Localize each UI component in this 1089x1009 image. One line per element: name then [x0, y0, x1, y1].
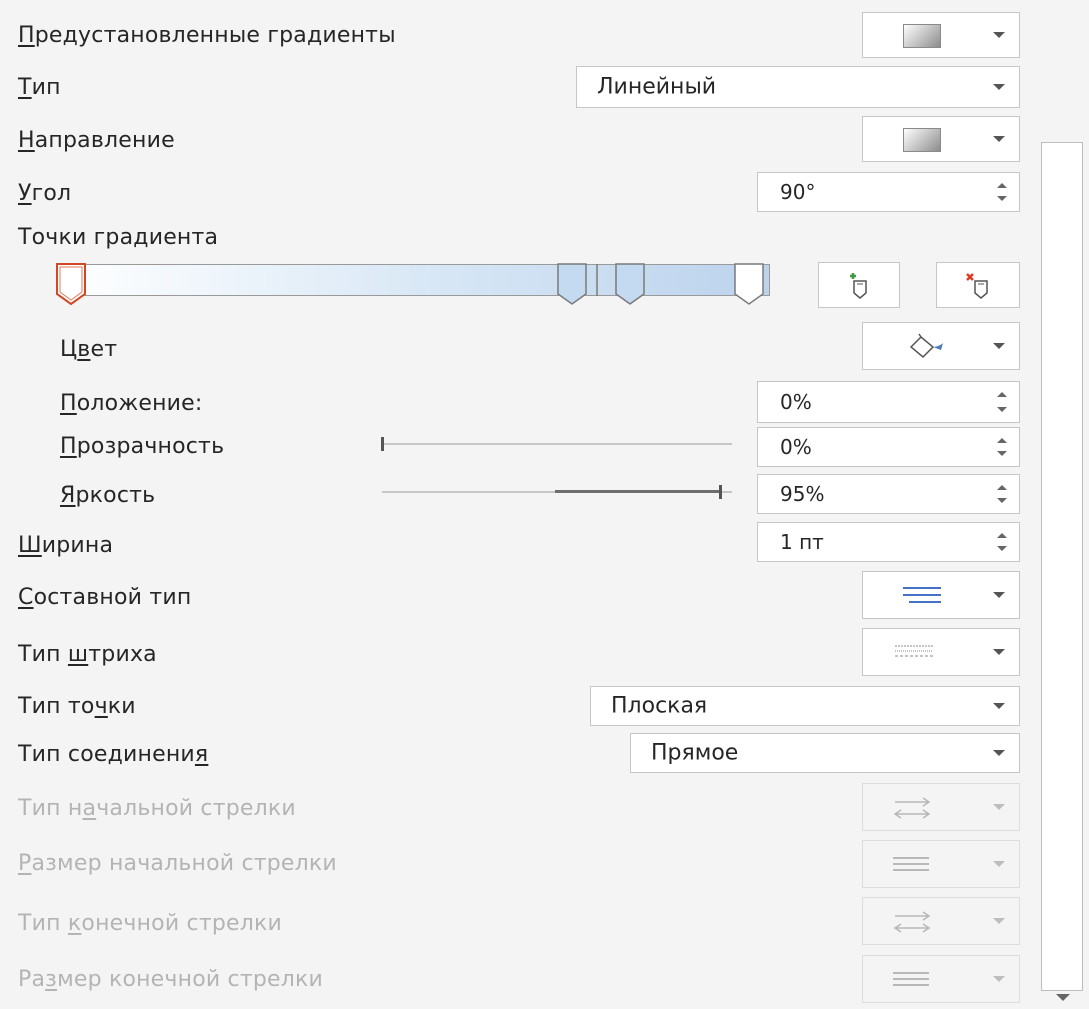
chevron-down-icon	[993, 84, 1005, 90]
direction-button[interactable]	[862, 116, 1020, 162]
preset-gradients-label: Предустановленные градиенты	[18, 23, 396, 48]
type-dropdown[interactable]: Линейный	[576, 66, 1020, 108]
cap-type-label: Тип точки	[18, 694, 136, 719]
end-arrow-size-label: Размер конечной стрелки	[18, 967, 324, 992]
chevron-down-icon	[993, 804, 1005, 810]
direction-label: Направление	[18, 128, 175, 153]
join-type-dropdown[interactable]: Прямое	[630, 733, 1020, 773]
arrow-type-icon	[893, 797, 931, 819]
end-arrow-size-button[interactable]	[862, 955, 1020, 1003]
spin-down-icon[interactable]	[997, 546, 1007, 551]
angle-spinner[interactable]: 90°	[757, 172, 1020, 212]
dash-type-label: Тип штриха	[18, 642, 157, 667]
spin-up-icon[interactable]	[997, 485, 1007, 490]
chevron-down-icon	[993, 592, 1005, 598]
preset-gradients-button[interactable]	[862, 12, 1020, 58]
add-gradient-stop-button[interactable]	[818, 262, 900, 308]
gradient-stop-selected[interactable]	[55, 262, 87, 306]
arrow-type-icon	[893, 911, 931, 933]
spin-up-icon[interactable]	[997, 533, 1007, 538]
chevron-down-icon	[993, 32, 1005, 38]
gradient-bar[interactable]	[60, 264, 770, 296]
begin-arrow-size-label: Размер начальной стрелки	[18, 851, 337, 876]
chevron-down-icon	[993, 750, 1005, 756]
chevron-down-icon	[1056, 994, 1070, 1001]
brightness-slider-fill	[555, 490, 721, 493]
begin-arrow-type-button[interactable]	[862, 783, 1020, 831]
add-gradient-stop-icon	[850, 273, 867, 299]
transparency-label: Прозрачность	[60, 434, 225, 459]
compound-type-label: Составной тип	[18, 585, 192, 610]
format-line-pane: Предустановленные градиенты Тип Линейный…	[0, 0, 1035, 1009]
chevron-down-icon	[993, 976, 1005, 982]
position-label: Положение:	[60, 391, 203, 416]
compound-type-button[interactable]	[862, 571, 1020, 619]
transparency-spinner[interactable]: 0%	[757, 427, 1020, 467]
color-picker-button[interactable]	[862, 322, 1020, 370]
begin-arrow-size-button[interactable]	[862, 840, 1020, 888]
position-value: 0%	[780, 390, 812, 414]
width-spinner[interactable]: 1 пт	[757, 522, 1020, 562]
arrow-size-icon	[893, 972, 929, 986]
gradient-swatch-icon	[903, 24, 941, 48]
color-label: Цвет	[60, 337, 118, 362]
join-type-label: Тип соединения	[18, 742, 209, 767]
remove-gradient-stop-button[interactable]	[936, 262, 1020, 308]
scroll-down-button[interactable]	[1041, 991, 1083, 1009]
transparency-slider-thumb[interactable]	[381, 437, 384, 451]
remove-gradient-stop-icon	[966, 273, 988, 299]
begin-arrow-type-label: Тип начальной стрелки	[18, 796, 296, 821]
chevron-down-icon	[993, 861, 1005, 867]
arrow-size-icon	[893, 857, 929, 871]
dash-lines-icon	[895, 645, 933, 657]
spin-up-icon[interactable]	[997, 392, 1007, 397]
paint-bucket-icon	[909, 333, 943, 359]
spin-down-icon[interactable]	[997, 498, 1007, 503]
end-arrow-type-button[interactable]	[862, 897, 1020, 945]
brightness-spinner[interactable]: 95%	[757, 474, 1020, 514]
angle-label: Угол	[18, 181, 72, 206]
spin-down-icon[interactable]	[997, 407, 1007, 412]
compound-lines-icon	[903, 587, 941, 603]
end-arrow-type-label: Тип конечной стрелки	[18, 911, 282, 936]
type-value: Линейный	[597, 74, 717, 100]
chevron-down-icon	[993, 918, 1005, 924]
chevron-down-icon	[993, 136, 1005, 142]
transparency-value: 0%	[780, 435, 812, 459]
join-type-value: Прямое	[651, 740, 739, 766]
cap-type-value: Плоская	[611, 693, 708, 719]
gradient-stop-divider	[587, 262, 619, 306]
angle-value: 90°	[780, 180, 816, 204]
chevron-down-icon	[993, 703, 1005, 709]
spin-up-icon[interactable]	[997, 183, 1007, 188]
type-label: Тип	[18, 75, 61, 100]
cap-type-dropdown[interactable]: Плоская	[590, 686, 1020, 726]
brightness-slider-thumb[interactable]	[719, 485, 722, 499]
spin-down-icon[interactable]	[997, 451, 1007, 456]
brightness-value: 95%	[780, 482, 825, 506]
gradient-stops-label: Точки градиента	[18, 225, 219, 250]
spin-up-icon[interactable]	[997, 438, 1007, 443]
scrollbar-thumb[interactable]	[1041, 142, 1083, 991]
chevron-down-icon	[993, 343, 1005, 349]
dash-type-button[interactable]	[862, 628, 1020, 676]
width-label: Ширина	[18, 533, 114, 558]
spin-down-icon[interactable]	[997, 196, 1007, 201]
chevron-down-icon	[993, 649, 1005, 655]
gradient-swatch-icon	[903, 128, 941, 152]
gradient-stop[interactable]	[733, 262, 765, 306]
gradient-stop[interactable]	[556, 262, 588, 306]
transparency-slider-track[interactable]	[382, 443, 732, 445]
position-spinner[interactable]: 0%	[757, 381, 1020, 423]
width-value: 1 пт	[780, 530, 824, 554]
brightness-label: Яркость	[60, 483, 156, 508]
